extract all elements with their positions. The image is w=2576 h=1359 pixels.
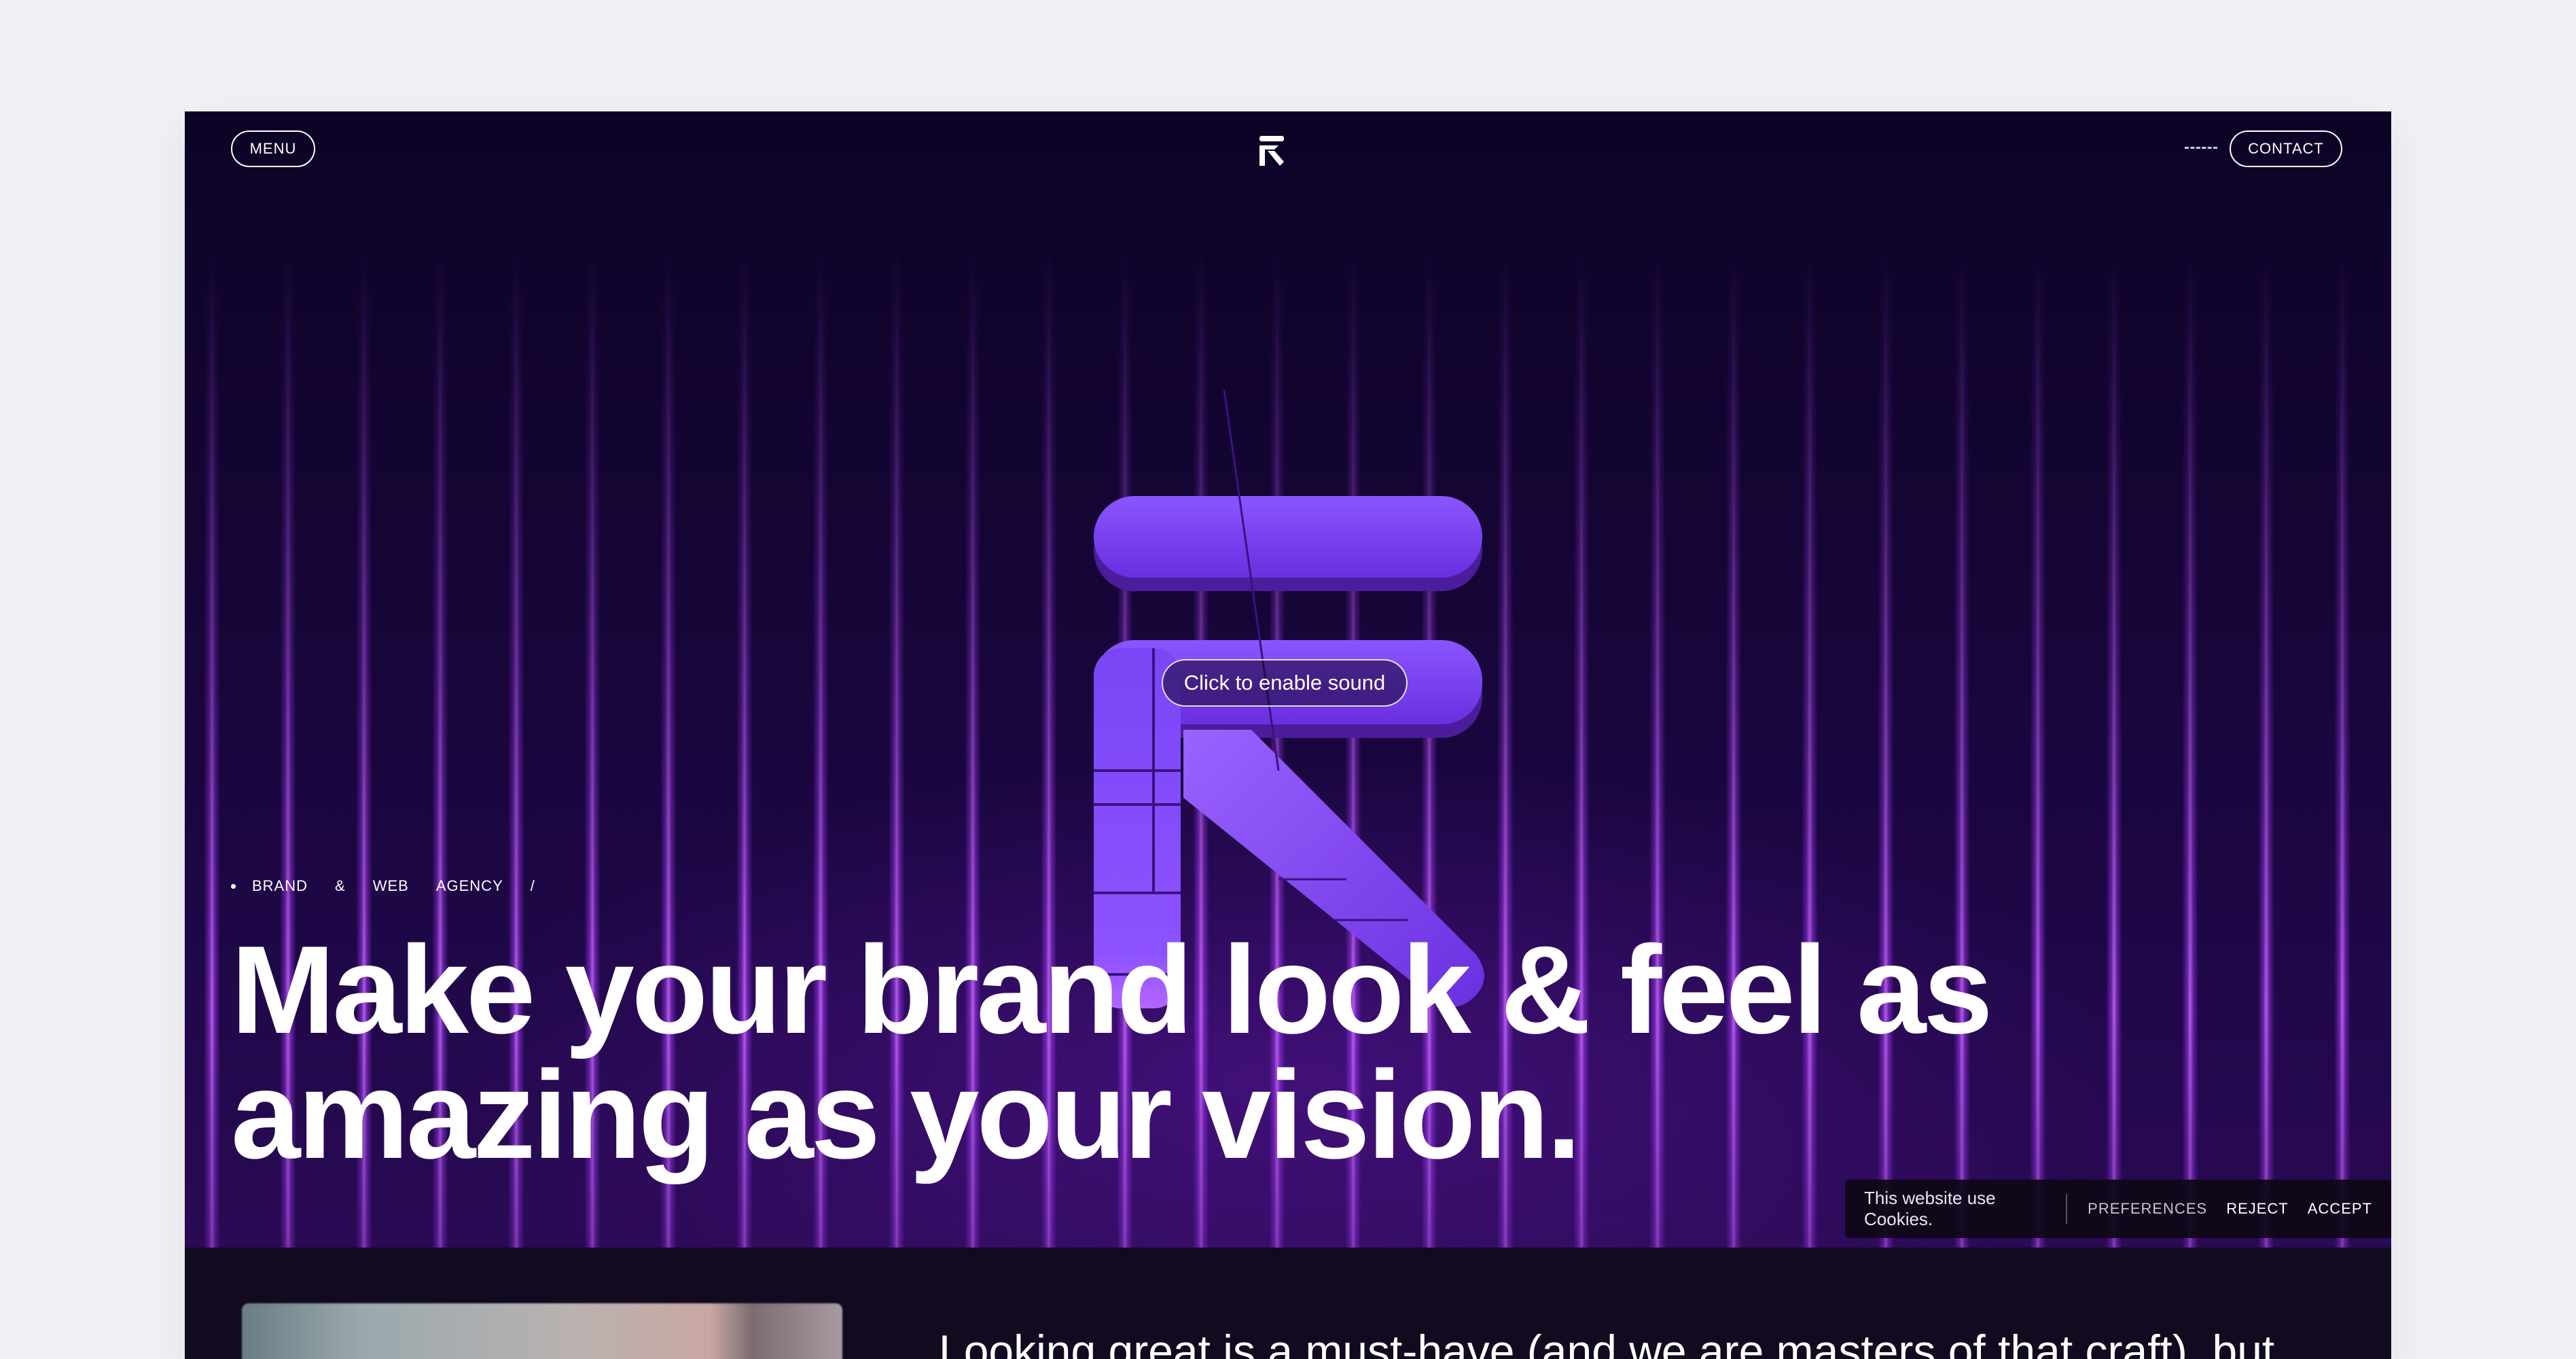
headline-line-1: Make your brand look & feel as [231,919,1993,1059]
intro-paragraph: Looking great is a must-have (and we are… [939,1326,2275,1359]
hero-section: MENU CONTACT Click to enable sound BRAND… [185,111,2391,1248]
headline-line-2: amazing as your vision. [231,1044,1581,1184]
cookie-banner: This website use Cookies. PREFERENCES RE… [1845,1180,2391,1238]
tagline-word: & [335,877,346,894]
tagline-word: BRAND [252,877,308,894]
contact-button[interactable]: CONTACT [2230,130,2342,167]
contact-dash-decoration [2185,147,2217,149]
menu-button[interactable]: MENU [231,130,315,167]
tagline-word: AGENCY [435,877,503,894]
enable-sound-button[interactable]: Click to enable sound [1162,659,1408,707]
cookie-accept-button[interactable]: ACCEPT [2308,1200,2372,1218]
cookie-message: This website use Cookies. [1864,1188,1996,1229]
page-frame: MENU CONTACT Click to enable sound BRAND… [185,111,2391,1359]
tagline-word: / [530,877,535,894]
bullet-dot-icon [231,883,236,889]
agency-tagline: BRAND & WEB AGENCY / [231,872,562,900]
brand-logo-icon[interactable] [1258,135,1285,167]
cookie-preferences-button[interactable]: PREFERENCES [2088,1200,2207,1218]
cookie-reject-button[interactable]: REJECT [2226,1200,2289,1218]
intro-image [242,1303,842,1359]
tagline-word: WEB [372,877,409,894]
hero-headline: Make your brand look & feel as amazing a… [231,927,1997,1177]
cookie-divider [2066,1194,2068,1224]
